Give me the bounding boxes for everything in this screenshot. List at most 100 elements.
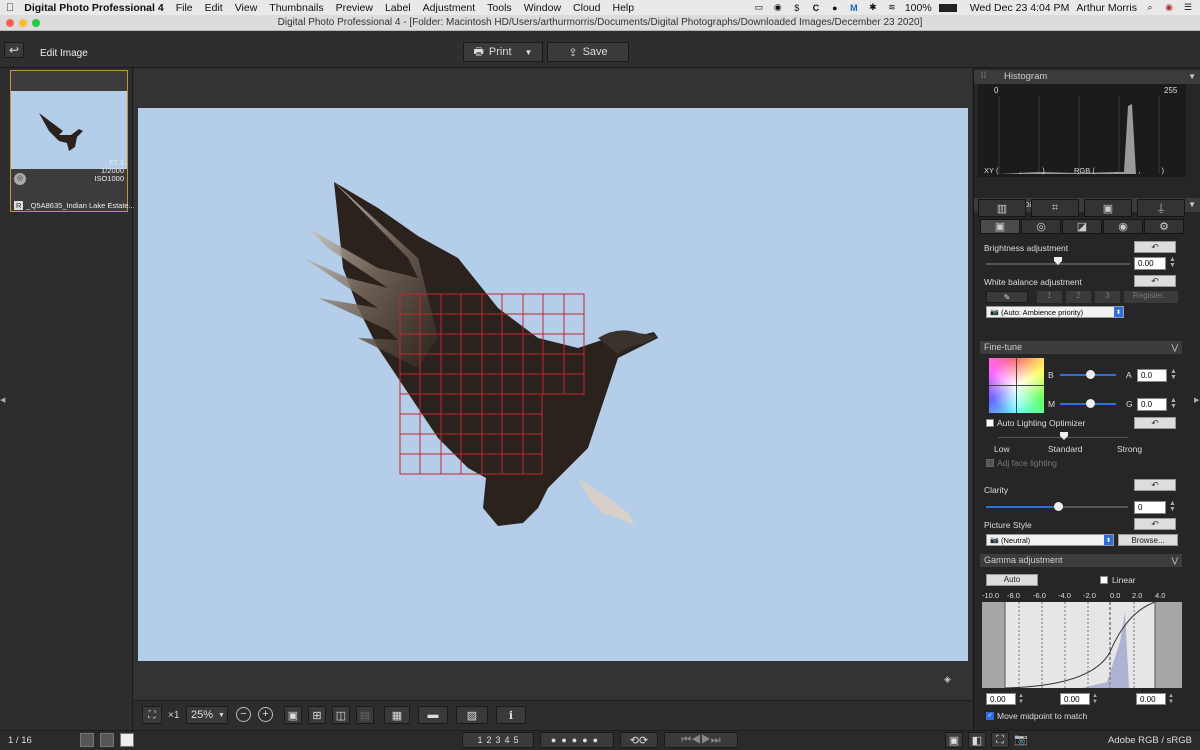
histogram-header[interactable]: ⠿ Histogram ▼: [974, 70, 1200, 84]
picture-style-reset-icon[interactable]: ↶: [1134, 518, 1176, 530]
collapse-icon[interactable]: ⋁: [1171, 554, 1178, 567]
menu-file[interactable]: File: [170, 2, 199, 14]
color-labels-icon[interactable]: ●●●●●: [540, 732, 614, 748]
camera-remote-icon[interactable]: 📷: [1014, 733, 1028, 746]
finetune-mg-thumb[interactable]: [1086, 399, 1095, 408]
circle-icon[interactable]: ●: [829, 3, 841, 13]
close-window-button[interactable]: [6, 19, 14, 27]
clock[interactable]: Wed Dec 23 4:04 PM: [970, 2, 1070, 14]
rating-5[interactable]: 5: [514, 735, 519, 745]
gamma-auto-button[interactable]: Auto: [986, 574, 1038, 586]
histogram-toggle-icon[interactable]: ◧: [968, 732, 986, 748]
collapse-right-icon[interactable]: ▶: [1194, 396, 1199, 404]
siri-icon[interactable]: ◉: [1163, 2, 1175, 13]
finetune-ba-thumb[interactable]: [1086, 370, 1095, 379]
panel-layout-icon[interactable]: ▣: [945, 732, 963, 748]
finetune-g-stepper-icon[interactable]: ▲ ▼: [1170, 397, 1177, 410]
wb-select[interactable]: 📷 (Auto: Ambience priority) ⬍: [986, 306, 1124, 318]
spotlight-search-icon[interactable]: ⌕: [1144, 2, 1156, 13]
dust-delete-icon[interactable]: ▣: [1084, 199, 1132, 217]
back-icon[interactable]: ↩: [4, 42, 24, 58]
eyedropper-icon[interactable]: ✎: [986, 291, 1028, 303]
menu-view[interactable]: View: [229, 2, 264, 14]
picture-style-select[interactable]: 📷 (Neutral) ⬍: [986, 534, 1114, 546]
rotate-icon[interactable]: ⟲⟳: [620, 732, 658, 748]
clarity-reset-icon[interactable]: ↶: [1134, 479, 1176, 491]
navigator-icon[interactable]: ◈: [944, 674, 951, 685]
alo-slider-thumb[interactable]: [1060, 432, 1068, 440]
fit-screen-icon[interactable]: ⛶: [142, 706, 162, 724]
zoom-out-icon[interactable]: −: [236, 707, 251, 722]
grid-icon[interactable]: ▦: [384, 706, 410, 724]
crop-tool-icon[interactable]: ⌗: [1031, 199, 1079, 217]
chevron-down-icon[interactable]: ▼: [525, 48, 533, 57]
menu-help[interactable]: Help: [606, 2, 640, 14]
menu-window[interactable]: Window: [518, 2, 567, 14]
gamma-curve-graph[interactable]: [982, 602, 1182, 688]
save-button[interactable]: ⇪ Save: [547, 42, 629, 62]
split-view-icon[interactable]: ◫: [332, 706, 350, 724]
wb-reset-icon[interactable]: ↶: [1134, 275, 1176, 287]
print-button[interactable]: 🖶 Print ▼: [463, 42, 543, 62]
control-center-icon[interactable]: ☰: [1182, 2, 1194, 13]
screen-icon[interactable]: ▭: [753, 2, 765, 13]
chevron-down-icon[interactable]: ▼: [1188, 70, 1196, 84]
color-grid[interactable]: [989, 358, 1044, 413]
filmstrip-view-icon[interactable]: [100, 733, 114, 747]
color-tab-icon[interactable]: ◉: [1103, 219, 1143, 234]
finetune-g-field[interactable]: 0.0: [1137, 398, 1167, 411]
thumbnail-card[interactable]: F7.1 1/2000 ISO1000 ◎ R _Q5A8635_Indian …: [10, 70, 135, 212]
tone-curve-tab-icon[interactable]: ◪: [1062, 219, 1102, 234]
stamp-tool-icon[interactable]: ⍊: [1137, 199, 1185, 217]
fullscreen-icon[interactable]: ⛶: [991, 732, 1009, 748]
gamma-white-field[interactable]: 0.00: [1136, 693, 1166, 705]
apple-icon[interactable]: : [0, 2, 20, 14]
brightness-stepper-icon[interactable]: ▲ ▼: [1169, 256, 1176, 269]
face-lighting-checkbox[interactable]: [986, 459, 994, 467]
gamma-black-stepper-icon[interactable]: ▲ ▼: [1018, 693, 1024, 705]
info-icon[interactable]: ℹ: [496, 706, 526, 724]
rating-3[interactable]: 3: [495, 735, 500, 745]
rating-2[interactable]: 2: [486, 735, 491, 745]
menu-adjustment[interactable]: Adjustment: [417, 2, 482, 14]
user-name[interactable]: Arthur Morris: [1076, 2, 1137, 14]
rating-1[interactable]: 1: [477, 735, 482, 745]
lens-tab-icon[interactable]: ◎: [1021, 219, 1061, 234]
rating-4[interactable]: 4: [505, 735, 510, 745]
zoom-select[interactable]: 25% ▼: [186, 706, 228, 724]
af-point-icon[interactable]: ▣: [284, 706, 302, 724]
brightness-value-field[interactable]: 0.00: [1134, 257, 1166, 270]
gamma-mid-stepper-icon[interactable]: ▲ ▼: [1092, 693, 1098, 705]
menu-thumbnails[interactable]: Thumbnails: [263, 2, 329, 14]
main-photo[interactable]: [138, 108, 968, 661]
wb-preset-1[interactable]: 1: [1037, 291, 1062, 303]
finetune-a-field[interactable]: 0.0: [1137, 369, 1167, 382]
clarity-stepper-icon[interactable]: ▲ ▼: [1169, 500, 1176, 513]
minimize-window-button[interactable]: [19, 19, 27, 27]
grid-overlay-icon[interactable]: ⊞: [308, 706, 326, 724]
c-icon[interactable]: C: [810, 3, 822, 13]
bluetooth-icon[interactable]: ✱: [867, 2, 879, 13]
settings-gear-icon[interactable]: ⚙: [1144, 219, 1184, 234]
brightness-reset-icon[interactable]: ↶: [1134, 241, 1176, 253]
image-settings-icon[interactable]: ▨: [456, 706, 488, 724]
alo-reset-icon[interactable]: ↶: [1134, 417, 1176, 429]
gamma-black-field[interactable]: 0.00: [986, 693, 1016, 705]
navigation-arrows-icon[interactable]: ⏮◀▶⏭: [664, 732, 738, 748]
finetune-header[interactable]: Fine-tune ⋁: [980, 341, 1182, 354]
menu-edit[interactable]: Edit: [199, 2, 229, 14]
dollar-icon[interactable]: $: [791, 3, 803, 13]
basic-adjust-tab-icon[interactable]: ▥: [978, 199, 1026, 217]
zoom-in-icon[interactable]: +: [258, 707, 273, 722]
alo-checkbox[interactable]: [986, 419, 994, 427]
menu-label[interactable]: Label: [379, 2, 417, 14]
linear-checkbox[interactable]: [1100, 576, 1108, 584]
single-view-icon[interactable]: [120, 733, 134, 747]
eye-icon[interactable]: ◉: [772, 2, 784, 13]
malwarebytes-icon[interactable]: M: [848, 3, 860, 13]
midpoint-checkbox[interactable]: ✓: [986, 712, 994, 720]
wb-preset-3[interactable]: 3: [1095, 291, 1120, 303]
gamma-header[interactable]: Gamma adjustment ⋁: [980, 554, 1182, 567]
menu-tools[interactable]: Tools: [481, 2, 518, 14]
collapse-icon[interactable]: ⋁: [1171, 341, 1178, 354]
